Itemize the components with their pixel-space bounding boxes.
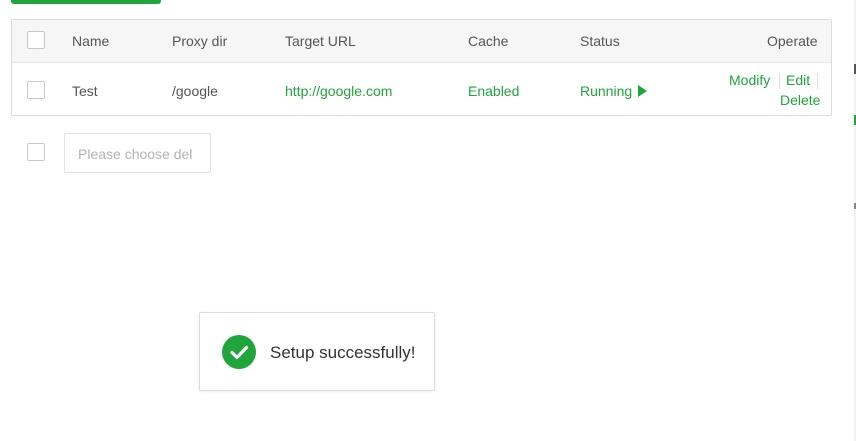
column-header-status: Status [580,33,620,49]
bulk-select-checkbox[interactable] [27,143,45,161]
column-header-proxy-dir: Proxy dir [172,33,228,49]
proxy-table: Name Proxy dir Target URL Cache Status O… [11,19,832,116]
row-proxy-dir: /google [172,83,218,99]
select-all-checkbox[interactable] [27,31,45,49]
edit-button[interactable]: Edit [786,72,810,88]
top-action-button[interactable] [11,0,161,4]
delete-button[interactable]: Delete [780,92,820,108]
row-name: Test [72,83,98,99]
play-icon [638,85,648,97]
table-header: Name Proxy dir Target URL Cache Status O… [12,20,831,63]
column-header-operate: Operate [767,33,818,49]
success-toast: Setup successfully! [199,312,435,391]
toast-message: Setup successfully! [270,343,416,362]
check-circle-icon [222,335,256,369]
action-separator [817,73,818,89]
status-label: Running [580,83,633,99]
bulk-action-select[interactable]: Please choose del [64,133,211,173]
action-separator [779,73,780,89]
row-cache-toggle[interactable]: Enabled [468,83,519,99]
row-checkbox[interactable] [27,81,45,99]
row-target-url-link[interactable]: http://google.com [285,83,392,99]
column-header-cache: Cache [468,33,509,49]
modify-button[interactable]: Modify [729,72,770,88]
column-header-name: Name [72,33,110,49]
row-status-toggle[interactable]: Running [580,83,648,99]
column-header-target-url: Target URL [285,33,356,49]
